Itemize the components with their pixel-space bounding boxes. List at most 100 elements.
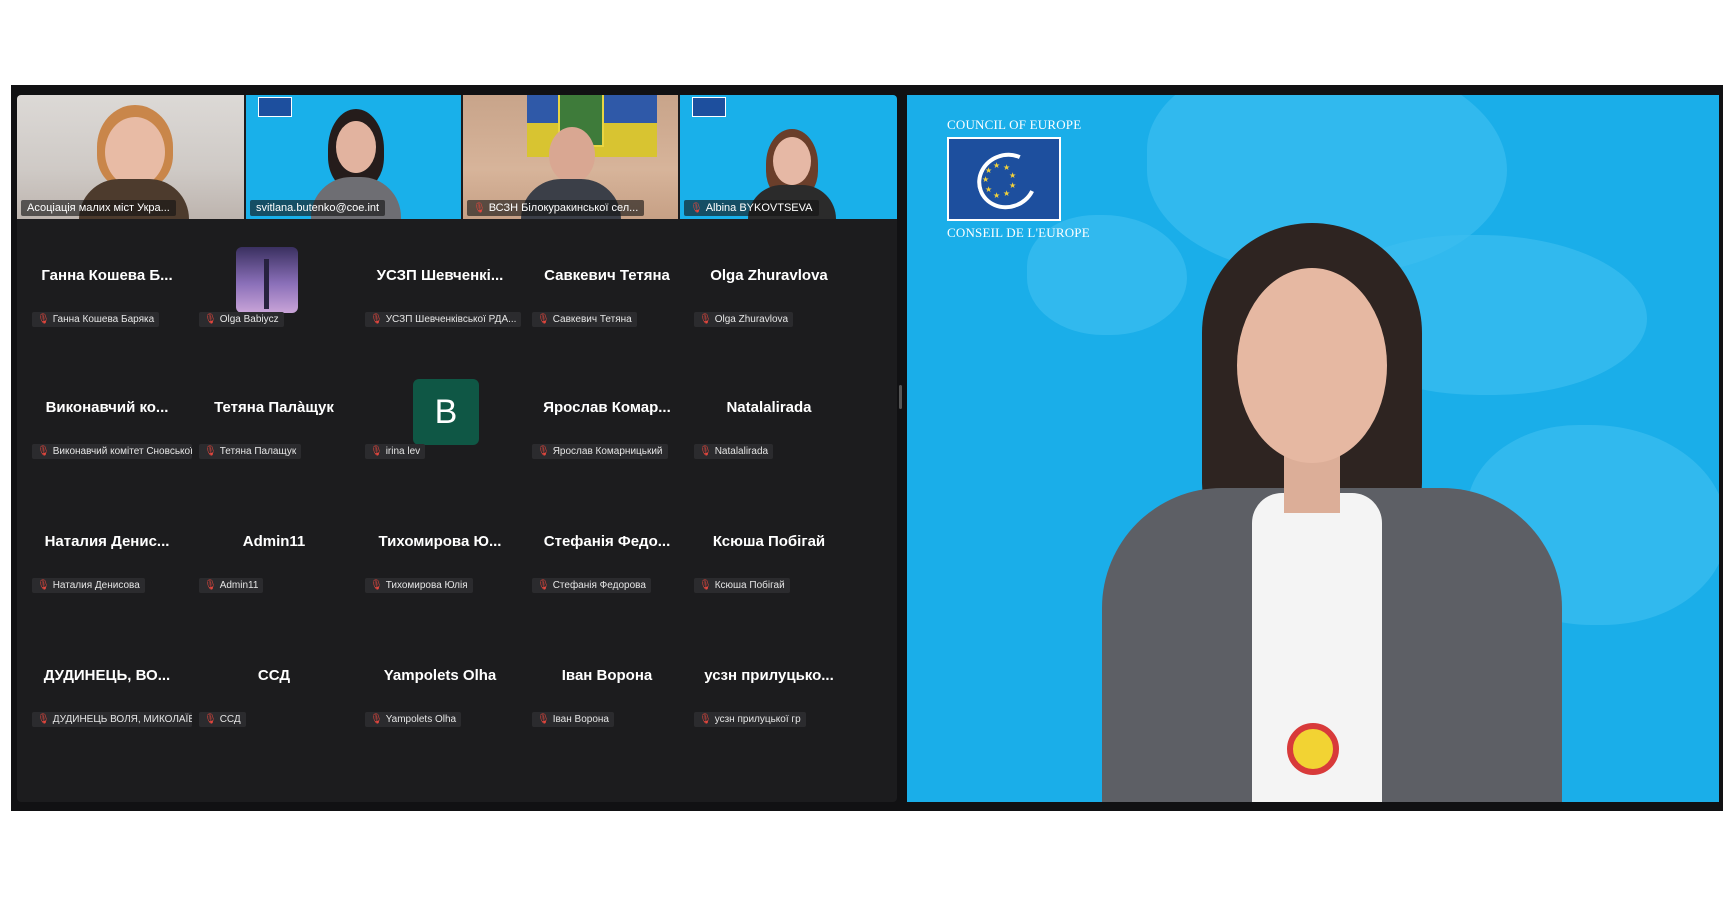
mic-muted-icon: 🎙 (537, 314, 550, 325)
participant-label: 🎙 irina lev (365, 444, 426, 459)
participant-grid: Ганна Кошева Б... 🎙 Ганна Кошева Баряка 🎙… (17, 227, 897, 802)
mic-muted-icon: 🎙 (690, 203, 703, 214)
participant-tile[interactable]: Виконавчий ко... 🎙 Виконавчий комітет Сно… (27, 359, 192, 479)
participant-label: 🎙 Ксюша Побігай (694, 578, 790, 593)
participant-label: 🎙 Наталия Денисова (32, 578, 145, 593)
meeting-window: Асоціація малих міст Укра... svitlana.bu… (11, 85, 1723, 811)
coe-name-fr: CONSEIL DE L'EUROPE (947, 225, 1090, 240)
participant-label: 🎙 ДУДИНЕЦЬ ВОЛЯ, МИКОЛАЇВ... (32, 712, 192, 727)
mic-muted-icon: 🎙 (537, 446, 550, 457)
participant-display-name: УСЗП Шевченкі... (376, 267, 504, 284)
participant-label: 🎙 Natalalirada (694, 444, 774, 459)
video-tile[interactable]: svitlana.butenko@coe.int (246, 95, 461, 219)
participant-label: 🎙 Ганна Кошева Баряка (32, 312, 160, 327)
speaker-person (1102, 213, 1562, 802)
mic-muted-icon: 🎙 (370, 314, 383, 325)
mic-muted-icon: 🎙 (204, 446, 217, 457)
mic-muted-icon: 🎙 (473, 203, 486, 214)
participant-display-name: Olga Zhuravlova (710, 267, 828, 284)
participant-display-name: Natalalirada (726, 399, 812, 416)
coe-logo-icon (692, 97, 726, 117)
participant-display-name: Іван Ворона (561, 667, 653, 684)
mic-muted-icon: 🎙 (204, 714, 217, 725)
participant-display-name: Наталия Денис... (44, 533, 170, 550)
participant-tile[interactable]: ДУДИНЕЦЬ, ВО... 🎙 ДУДИНЕЦЬ ВОЛЯ, МИКОЛАЇВ… (27, 627, 192, 747)
participant-label: 🎙 Yampolets Olha (365, 712, 462, 727)
participant-tile[interactable]: Тетяна Палàщук 🎙 Тетяна Палащук (194, 359, 344, 479)
video-name-label: 🎙 Albina BYKOVTSEVA (684, 200, 819, 216)
participant-display-name: Тетяна Палàщук (214, 399, 334, 416)
mic-muted-icon: 🎙 (537, 714, 550, 725)
coe-name-en: COUNCIL OF EUROPE (947, 117, 1082, 132)
participant-label: 🎙 Іван Ворона (532, 712, 614, 727)
participant-tile[interactable]: Стефанія Федо... 🎙 Стефанія Федорова (527, 493, 677, 613)
participant-tile[interactable]: Admin11 🎙 Admin11 (194, 493, 344, 613)
mic-muted-icon: 🎙 (370, 714, 383, 725)
participant-label: 🎙 Стефанія Федорова (532, 578, 651, 593)
participant-label: 🎙 Тетяна Палащук (199, 444, 302, 459)
active-speaker-video[interactable]: COUNCIL OF EUROPE ★ ★ ★ ★ ★ ★ ★ ★ ★ CONS… (907, 95, 1719, 802)
mic-muted-icon: 🎙 (37, 314, 50, 325)
participant-label: 🎙Виконавчий комітет Сновської с... (32, 444, 192, 459)
participant-label: 🎙 Ярослав Комарницький (532, 444, 668, 459)
participant-tile[interactable]: Ганна Кошева Б... 🎙 Ганна Кошева Баряка (27, 227, 177, 347)
participant-tile[interactable]: УСЗП Шевченкі... 🎙 УСЗП Шевченківської РД… (360, 227, 522, 347)
coe-logo: COUNCIL OF EUROPE ★ ★ ★ ★ ★ ★ ★ ★ ★ CONS… (947, 117, 1097, 241)
mic-muted-icon: 🎙 (204, 580, 217, 591)
mic-muted-icon: 🎙 (699, 314, 712, 325)
video-name-label: 🎙 ВСЗН Білокуракинської сел... (467, 200, 645, 216)
participant-tile[interactable]: Olga Zhuravlova 🎙 Olga Zhuravlova (689, 227, 839, 347)
mic-muted-icon: 🎙 (699, 714, 712, 725)
participant-avatar-letter: B (413, 379, 479, 445)
video-name-label: Асоціація малих міст Укра... (21, 200, 176, 216)
video-tile[interactable]: 🎙 ВСЗН Білокуракинської сел... (463, 95, 678, 219)
participant-label: 🎙 Тихомирова Юлія (365, 578, 473, 593)
participant-label: 🎙 Савкевич Тетяна (532, 312, 637, 327)
participant-tile[interactable]: усзн прилуцько... 🎙 усзн прилуцької гр (689, 627, 839, 747)
participant-tile[interactable]: Іван Ворона 🎙 Іван Ворона (527, 627, 677, 747)
participant-label: 🎙 усзн прилуцької гр (694, 712, 806, 727)
participant-avatar-image (236, 247, 298, 313)
participant-display-name: Ярослав Комар... (543, 399, 671, 416)
participant-tile[interactable]: 🎙 Olga Babiycz (194, 227, 344, 347)
participant-label: 🎙 ССД (199, 712, 246, 727)
participant-display-name: Yampolets Olha (383, 667, 497, 684)
participant-display-name: ССД (257, 667, 291, 684)
participant-tile[interactable]: ССД 🎙 ССД (194, 627, 344, 747)
participant-display-name: Виконавчий ко... (45, 399, 169, 416)
participant-tile[interactable]: Савкевич Тетяна 🎙 Савкевич Тетяна (527, 227, 677, 347)
mic-muted-icon: 🎙 (370, 446, 383, 457)
participant-label: 🎙 Olga Zhuravlova (694, 312, 794, 327)
participant-display-name: Ганна Кошева Б... (41, 267, 173, 284)
video-tile[interactable]: 🎙 Albina BYKOVTSEVA (680, 95, 897, 219)
participant-tile[interactable]: Ксюша Побігай 🎙 Ксюша Побігай (689, 493, 839, 613)
participant-display-name: Ксюша Побігай (712, 533, 826, 550)
participant-tile[interactable]: Ярослав Комар... 🎙 Ярослав Комарницький (527, 359, 677, 479)
mic-muted-icon: 🎙 (699, 446, 712, 457)
mic-muted-icon: 🎙 (37, 714, 50, 725)
coe-logo-icon: ★ ★ ★ ★ ★ ★ ★ ★ ★ (947, 137, 1061, 221)
participant-tile[interactable]: B 🎙 irina lev (360, 359, 510, 479)
coe-logo-icon (258, 97, 292, 117)
gallery-panel: Асоціація малих міст Укра... svitlana.bu… (17, 95, 897, 802)
participant-label: 🎙 Admin11 (199, 578, 264, 593)
participant-label: 🎙 УСЗП Шевченківської РДА... (365, 312, 522, 327)
participant-tile[interactable]: Тихомирова Ю... 🎙 Тихомирова Юлія (360, 493, 510, 613)
mic-muted-icon: 🎙 (204, 314, 217, 325)
mic-muted-icon: 🎙 (37, 580, 50, 591)
participant-tile[interactable]: Natalalirada 🎙 Natalalirada (689, 359, 839, 479)
participant-display-name: Савкевич Тетяна (544, 267, 670, 284)
participant-label: 🎙 Olga Babiycz (199, 312, 284, 327)
mic-muted-icon: 🎙 (699, 580, 712, 591)
participant-display-name: Admin11 (242, 533, 306, 550)
participant-tile[interactable]: Наталия Денис... 🎙 Наталия Денисова (27, 493, 177, 613)
video-tile[interactable]: Асоціація малих міст Укра... (17, 95, 244, 219)
mic-muted-icon: 🎙 (37, 446, 50, 457)
video-strip: Асоціація малих міст Укра... svitlana.bu… (17, 95, 897, 219)
mic-muted-icon: 🎙 (370, 580, 383, 591)
video-name-label: svitlana.butenko@coe.int (250, 200, 386, 216)
participant-display-name: Тихомирова Ю... (378, 533, 502, 550)
participant-tile[interactable]: Yampolets Olha 🎙 Yampolets Olha (360, 627, 510, 747)
panel-resize-handle[interactable] (899, 385, 902, 409)
participant-display-name: усзн прилуцько... (704, 667, 834, 684)
